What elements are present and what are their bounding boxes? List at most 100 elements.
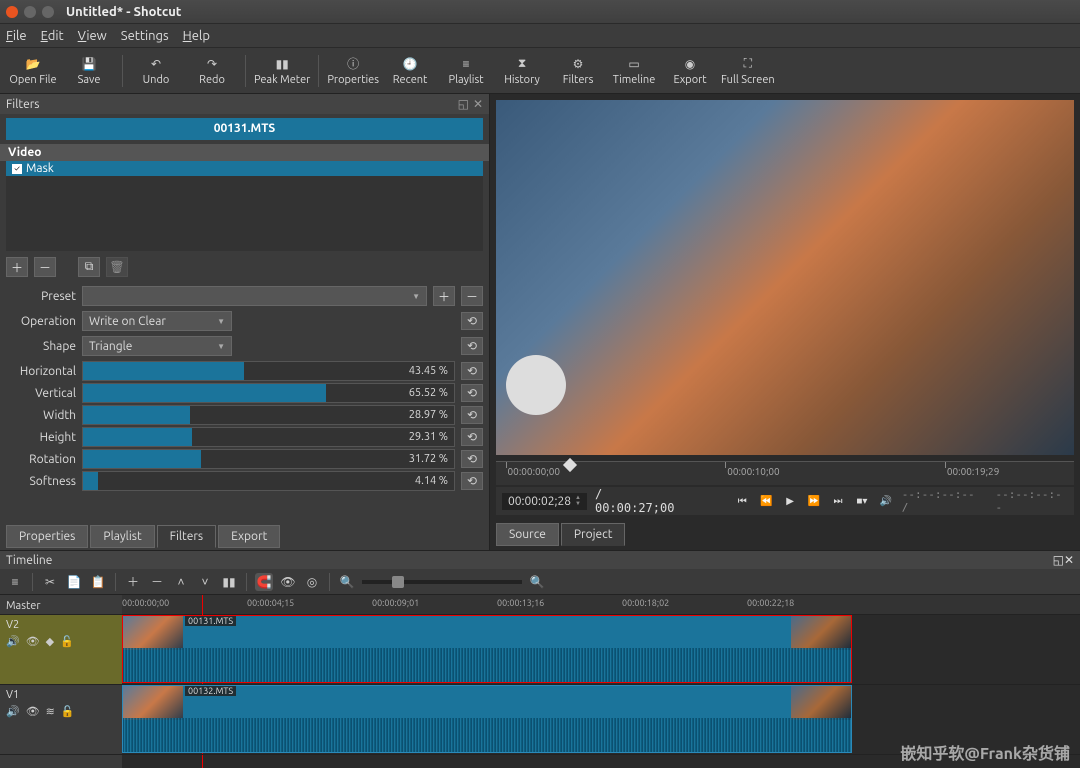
fast-forward-icon[interactable]: ⏩: [806, 493, 822, 509]
playlist-button[interactable]: ≡Playlist: [441, 51, 491, 91]
volume-icon[interactable]: 🔊: [878, 493, 894, 509]
preset-add-button[interactable]: ＋: [433, 286, 455, 306]
preview-monitor[interactable]: [496, 100, 1074, 455]
hide-icon[interactable]: 👁: [26, 705, 40, 718]
skip-start-icon[interactable]: ⏮: [734, 493, 750, 509]
reset-icon[interactable]: ⟲: [461, 406, 483, 424]
reset-icon[interactable]: ⟲: [461, 337, 483, 355]
copy-filter-button[interactable]: ⧉: [78, 257, 100, 277]
append-icon[interactable]: ＋: [124, 573, 142, 591]
remove-icon[interactable]: －: [148, 573, 166, 591]
tab-filters[interactable]: Filters: [157, 525, 216, 548]
tab-source[interactable]: Source: [496, 523, 559, 546]
save-button[interactable]: 💾Save: [64, 51, 114, 91]
menu-edit[interactable]: Edit: [41, 29, 64, 43]
checkbox-icon[interactable]: ✓: [12, 164, 22, 174]
open-file-button[interactable]: 📂Open File: [8, 51, 58, 91]
timeline-clip[interactable]: 00132.MTS: [122, 685, 852, 753]
reset-icon[interactable]: ⟲: [461, 362, 483, 380]
menu-file[interactable]: File: [6, 29, 27, 43]
track-row-v1[interactable]: 00132.MTS: [122, 685, 1080, 755]
height-slider[interactable]: 29.31 %: [82, 427, 455, 447]
cut-icon[interactable]: ✂: [41, 573, 59, 591]
track-header-v1[interactable]: V1 🔊 👁 ≋ 🔓: [0, 685, 122, 755]
preset-remove-button[interactable]: －: [461, 286, 483, 306]
close-panel-icon[interactable]: ✕: [473, 97, 483, 111]
compositing-icon[interactable]: ◆: [46, 635, 54, 648]
hide-icon[interactable]: 👁: [26, 635, 40, 648]
tab-project[interactable]: Project: [561, 523, 626, 546]
filter-list[interactable]: ✓ Mask: [6, 161, 483, 251]
menu-settings[interactable]: Settings: [121, 29, 169, 43]
tab-export[interactable]: Export: [218, 525, 280, 548]
menu-icon[interactable]: ≡: [6, 573, 24, 591]
undo-button[interactable]: ↶Undo: [131, 51, 181, 91]
loop-icon[interactable]: ■▾: [854, 493, 870, 509]
vertical-slider[interactable]: 65.52 %: [82, 383, 455, 403]
add-filter-button[interactable]: ＋: [6, 257, 28, 277]
reset-icon[interactable]: ⟲: [461, 450, 483, 468]
operation-dropdown[interactable]: Write on Clear▼: [82, 311, 232, 331]
filter-item-mask[interactable]: ✓ Mask: [6, 161, 483, 176]
export-button[interactable]: ◉Export: [665, 51, 715, 91]
zoom-slider[interactable]: [362, 580, 522, 584]
zoom-out-icon[interactable]: 🔍: [338, 573, 356, 591]
rotation-slider[interactable]: 31.72 %: [82, 449, 455, 469]
track-row-v2[interactable]: 00131.MTS: [122, 615, 1080, 685]
tab-playlist[interactable]: Playlist: [90, 525, 154, 548]
remove-filter-button[interactable]: －: [34, 257, 56, 277]
lift-icon[interactable]: ˄: [172, 573, 190, 591]
play-icon[interactable]: ▶: [782, 493, 798, 509]
undock-icon[interactable]: ◱: [458, 97, 469, 111]
peak-meter-button[interactable]: ▮▮Peak Meter: [254, 51, 310, 91]
ripple-icon[interactable]: ◎: [303, 573, 321, 591]
recent-button[interactable]: 🕘Recent: [385, 51, 435, 91]
undock-icon[interactable]: ◱: [1053, 554, 1064, 567]
timeline-clip[interactable]: 00131.MTS: [122, 615, 852, 683]
full-screen-button[interactable]: ⛶Full Screen: [721, 51, 775, 91]
timeline-ruler[interactable]: 00:00:00;0000:00:04;1500:00:09;0100:00:1…: [122, 595, 1080, 615]
reset-icon[interactable]: ⟲: [461, 312, 483, 330]
current-timecode[interactable]: 00:00:02;28 ▲▼: [502, 493, 587, 510]
filters-button[interactable]: ⚙Filters: [553, 51, 603, 91]
tab-properties[interactable]: Properties: [6, 525, 88, 548]
tc-down-icon[interactable]: ▼: [575, 501, 581, 507]
menu-help[interactable]: Help: [183, 29, 210, 43]
close-panel-icon[interactable]: ✕: [1064, 554, 1074, 567]
history-button[interactable]: ⧗History: [497, 51, 547, 91]
lock-icon[interactable]: 🔓: [60, 635, 74, 648]
reset-icon[interactable]: ⟲: [461, 472, 483, 490]
scrub-icon[interactable]: 👁: [279, 573, 297, 591]
menu-view[interactable]: View: [78, 29, 107, 43]
redo-button[interactable]: ↷Redo: [187, 51, 237, 91]
close-icon[interactable]: [6, 6, 18, 18]
reset-icon[interactable]: ⟲: [461, 384, 483, 402]
compositing-icon[interactable]: ≋: [46, 705, 55, 718]
zoom-in-icon[interactable]: 🔍: [528, 573, 546, 591]
copy-icon[interactable]: 📄: [65, 573, 83, 591]
playhead-icon[interactable]: [563, 458, 577, 472]
mute-icon[interactable]: 🔊: [6, 635, 20, 648]
shape-dropdown[interactable]: Triangle▼: [82, 336, 232, 356]
overwrite-icon[interactable]: ˅: [196, 573, 214, 591]
width-slider[interactable]: 28.97 %: [82, 405, 455, 425]
rewind-icon[interactable]: ⏪: [758, 493, 774, 509]
preview-ruler[interactable]: 00:00:00;0000:00:10;0000:00:19;29: [496, 461, 1074, 485]
paste-icon[interactable]: 📋: [89, 573, 107, 591]
snap-icon[interactable]: 🧲: [255, 573, 273, 591]
properties-button[interactable]: ⓘProperties: [327, 51, 379, 91]
skip-end-icon[interactable]: ⏭: [830, 493, 846, 509]
horizontal-slider[interactable]: 43.45 %: [82, 361, 455, 381]
paste-filter-button[interactable]: 🗑: [106, 257, 128, 277]
timeline-button[interactable]: ▭Timeline: [609, 51, 659, 91]
lock-icon[interactable]: 🔓: [61, 705, 75, 718]
minimize-icon[interactable]: [24, 6, 36, 18]
mute-icon[interactable]: 🔊: [6, 705, 20, 718]
softness-slider[interactable]: 4.14 %: [82, 471, 455, 491]
preset-dropdown[interactable]: ▼: [82, 286, 427, 306]
reset-icon[interactable]: ⟲: [461, 428, 483, 446]
master-track-header[interactable]: Master: [0, 595, 122, 615]
split-icon[interactable]: ▮▮: [220, 573, 238, 591]
track-header-v2[interactable]: V2 🔊 👁 ◆ 🔓: [0, 615, 122, 685]
maximize-icon[interactable]: [42, 6, 54, 18]
